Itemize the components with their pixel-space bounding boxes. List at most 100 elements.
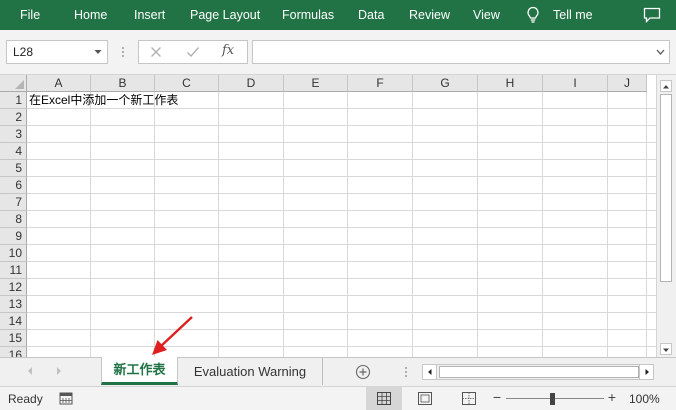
status-bar: Ready − + 100%	[0, 386, 676, 410]
row-header-13[interactable]: 13	[0, 296, 27, 313]
insert-function-icon[interactable]: fx	[222, 43, 234, 58]
cell-a1[interactable]: 在Excel中添加一个新工作表	[29, 92, 178, 109]
column-header-h[interactable]: H	[478, 75, 543, 92]
scroll-up-button[interactable]	[660, 80, 672, 92]
zoom-in-button[interactable]: +	[606, 389, 618, 405]
zoom-level[interactable]: 100%	[629, 392, 660, 406]
chevron-down-icon[interactable]	[656, 48, 665, 56]
row-header-4[interactable]: 4	[0, 143, 27, 160]
sheet-nav-prev-icon[interactable]	[26, 366, 34, 376]
ribbon-tab-data[interactable]: Data	[358, 0, 384, 30]
vertical-scrollbar[interactable]	[656, 75, 676, 357]
gridline-horizontal	[27, 142, 656, 143]
row-header-7[interactable]: 7	[0, 194, 27, 211]
sheet-nav-next-icon[interactable]	[55, 366, 63, 376]
row-header-16[interactable]: 16	[0, 347, 27, 357]
ribbon-tab-formulas[interactable]: Formulas	[282, 0, 334, 30]
column-header-a[interactable]: A	[27, 75, 91, 92]
formula-buttons: fx	[138, 40, 248, 64]
gridline-horizontal	[27, 312, 656, 313]
row-header-8[interactable]: 8	[0, 211, 27, 228]
name-box[interactable]: L28	[6, 40, 108, 64]
scroll-thumb[interactable]	[439, 366, 639, 378]
add-sheet-icon[interactable]	[355, 364, 371, 380]
row-header-11[interactable]: 11	[0, 262, 27, 279]
macro-record-icon[interactable]	[59, 392, 73, 405]
gridline-vertical	[347, 92, 348, 357]
column-header-f[interactable]: F	[348, 75, 413, 92]
horizontal-scrollbar[interactable]	[422, 364, 654, 380]
scroll-thumb[interactable]	[660, 94, 672, 282]
row-header-9[interactable]: 9	[0, 228, 27, 245]
gridline-horizontal	[27, 346, 656, 347]
sheet-tab-active[interactable]: 新工作表	[101, 357, 178, 385]
normal-view-button[interactable]	[366, 387, 402, 410]
gridline-horizontal	[27, 159, 656, 160]
row-header-15[interactable]: 15	[0, 330, 27, 347]
select-all-triangle-icon	[15, 80, 24, 89]
checkmark-icon[interactable]	[186, 46, 200, 58]
comment-icon[interactable]	[643, 7, 661, 23]
column-header-c[interactable]: C	[155, 75, 219, 92]
scroll-right-button[interactable]	[639, 365, 653, 379]
worksheet-grid[interactable]: ABCDEFGHIJ 1 2 3 4 5 6 7 8 9 10 11 12 13 14 15 16 在Exce…	[0, 75, 656, 357]
ribbon-tab-page-layout[interactable]: Page Layout	[190, 0, 260, 30]
grip-dots-icon[interactable]	[404, 366, 408, 378]
formula-input[interactable]	[252, 40, 670, 64]
page-layout-view-icon[interactable]	[418, 392, 432, 405]
status-ready: Ready	[8, 392, 43, 406]
row-header-6[interactable]: 6	[0, 177, 27, 194]
gridline-vertical	[607, 92, 608, 357]
zoom-slider[interactable]	[506, 398, 604, 399]
scroll-left-button[interactable]	[423, 365, 437, 379]
row-header-2[interactable]: 2	[0, 109, 27, 126]
gridline-vertical	[412, 92, 413, 357]
select-all-button[interactable]	[0, 75, 27, 92]
ribbon-tab-home[interactable]: Home	[74, 0, 107, 30]
scroll-down-button[interactable]	[660, 343, 672, 355]
gridline-vertical	[90, 92, 91, 357]
column-header-e[interactable]: E	[284, 75, 348, 92]
gridline-vertical	[542, 92, 543, 357]
ribbon-tab-file[interactable]: File	[20, 0, 40, 30]
row-header-12[interactable]: 12	[0, 279, 27, 296]
arrow-up-icon	[663, 85, 669, 89]
column-header-i[interactable]: I	[543, 75, 608, 92]
gridline-horizontal	[27, 227, 656, 228]
gridline-horizontal	[27, 295, 656, 296]
arrow-right-icon	[645, 369, 649, 375]
normal-view-icon	[377, 392, 391, 405]
column-header-g[interactable]: G	[413, 75, 478, 92]
zoom-out-button[interactable]: −	[491, 389, 503, 405]
tell-me-search[interactable]: Tell me	[553, 0, 593, 30]
sheet-tab-evaluation-warning[interactable]: Evaluation Warning	[178, 358, 323, 385]
gridline-horizontal	[27, 125, 656, 126]
row-header-5[interactable]: 5	[0, 160, 27, 177]
row-header-14[interactable]: 14	[0, 313, 27, 330]
page-break-view-icon[interactable]	[462, 392, 476, 405]
column-header-b[interactable]: B	[91, 75, 155, 92]
gridline-horizontal	[27, 278, 656, 279]
gridline-horizontal	[27, 244, 656, 245]
lightbulb-icon[interactable]	[525, 6, 541, 24]
row-header-10[interactable]: 10	[0, 245, 27, 262]
gridline-horizontal	[27, 193, 656, 194]
name-box-value: L28	[13, 45, 34, 59]
formula-bar: L28 fx	[0, 30, 676, 75]
zoom-slider-thumb[interactable]	[550, 393, 555, 405]
ribbon-tab-insert[interactable]: Insert	[134, 0, 165, 30]
gridline-vertical	[283, 92, 284, 357]
ribbon-tab-view[interactable]: View	[473, 0, 500, 30]
ribbon-tab-review[interactable]: Review	[409, 0, 450, 30]
grip-dots-icon	[122, 47, 124, 57]
row-header-1[interactable]: 1	[0, 92, 27, 109]
gridline-horizontal	[27, 329, 656, 330]
column-header-d[interactable]: D	[219, 75, 284, 92]
row-header-3[interactable]: 3	[0, 126, 27, 143]
gridline-horizontal	[27, 210, 656, 211]
chevron-down-icon[interactable]	[94, 47, 102, 57]
column-header-j[interactable]: J	[608, 75, 647, 92]
arrow-down-icon	[663, 348, 669, 352]
ribbon-tab-bar: File Home Insert Page Layout Formulas Da…	[0, 0, 676, 30]
cancel-icon[interactable]	[150, 46, 162, 58]
